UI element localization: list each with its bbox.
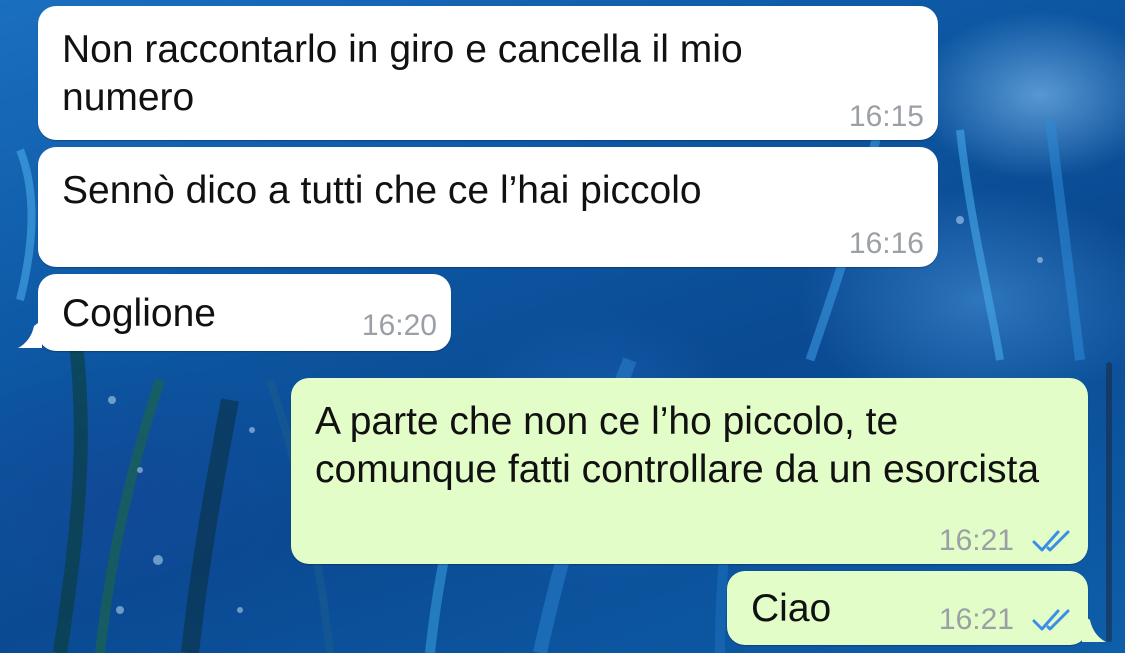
message-text: A parte che non ce l’ho piccolo, te comu… [315, 400, 1040, 491]
message-list[interactable]: Non raccontarlo in giro e cancella il mi… [0, 0, 1125, 653]
message-timestamp: 16:21 [938, 524, 1014, 557]
double-check-read-icon [1032, 530, 1070, 552]
bubble-tail-icon [18, 320, 42, 348]
message-timestamp: 16:21 [938, 603, 1014, 636]
scrollbar[interactable] [1106, 362, 1112, 642]
message-text: Non raccontarlo in giro e cancella il mi… [62, 28, 743, 119]
outgoing-message-bubble[interactable]: A parte che non ce l’ho piccolo, te comu… [291, 378, 1088, 564]
incoming-message-bubble[interactable]: Sennò dico a tutti che ce l’hai piccolo … [38, 147, 938, 267]
message-timestamp: 16:15 [848, 100, 924, 133]
outgoing-message-bubble[interactable]: Ciao 16:21 [727, 571, 1088, 645]
message-timestamp: 16:16 [848, 227, 924, 260]
double-check-read-icon [1032, 609, 1070, 631]
message-text: Sennò dico a tutti che ce l’hai piccolo [62, 169, 702, 212]
message-timestamp: 16:20 [361, 309, 437, 342]
message-text: Ciao [751, 587, 832, 630]
incoming-message-bubble[interactable]: Coglione 16:20 [38, 274, 451, 351]
incoming-message-bubble[interactable]: Non raccontarlo in giro e cancella il mi… [38, 6, 938, 140]
